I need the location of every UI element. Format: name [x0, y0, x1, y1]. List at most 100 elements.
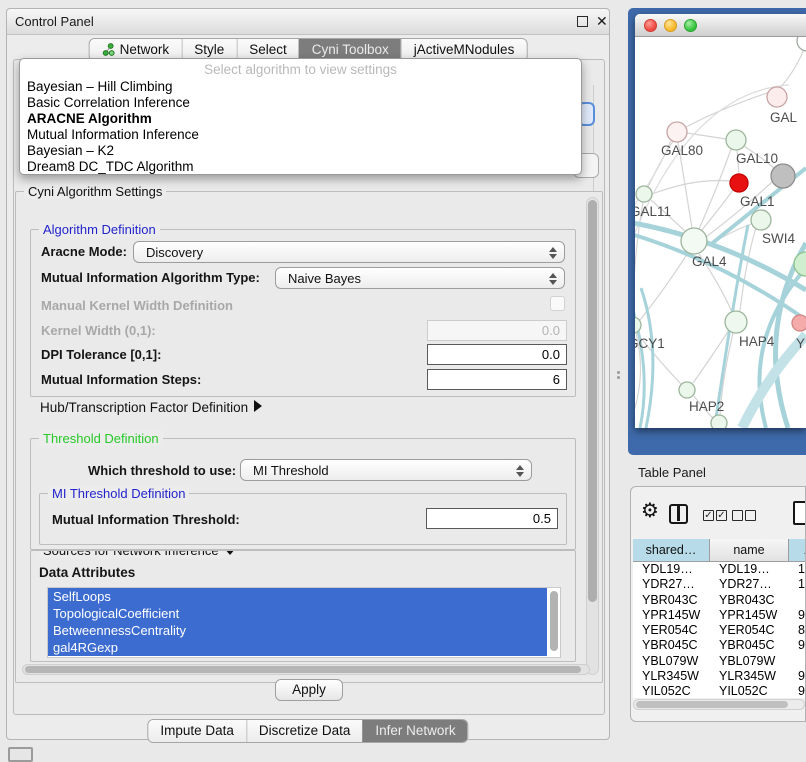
which-threshold-combobox[interactable]: MI Threshold: [240, 459, 532, 481]
network-node-gal10[interactable]: [726, 130, 746, 150]
scrollbar-thumb[interactable]: [588, 200, 597, 602]
algorithm-option[interactable]: Dream8 DC_TDC Algorithm: [20, 159, 581, 175]
network-edge[interactable]: [686, 92, 770, 127]
collapsed-panel-icon[interactable]: [8, 747, 33, 762]
algorithm-option[interactable]: Bayesian – K2: [20, 143, 581, 159]
scrollbar-thumb[interactable]: [550, 591, 558, 651]
table-panel-title: Table Panel: [638, 465, 706, 480]
network-node-gal[interactable]: [767, 87, 787, 107]
mi-threshold-label: Mutual Information Threshold:: [52, 512, 240, 527]
dpi-tolerance-field[interactable]: 0.0: [427, 344, 567, 365]
table-row[interactable]: YBL079WYBL079W: [633, 654, 806, 669]
table-cell: 9.: [789, 638, 806, 653]
network-window-titlebar[interactable]: [635, 14, 806, 37]
unchecked-checkbox-icon[interactable]: [732, 510, 743, 521]
scrollbar-thumb[interactable]: [25, 666, 581, 673]
table-row[interactable]: YBR043CYBR043C: [633, 593, 806, 608]
table-cell: YBR045C: [710, 638, 789, 653]
tab-discretize-data[interactable]: Discretize Data: [246, 720, 363, 742]
close-traffic-light-icon[interactable]: [644, 19, 657, 32]
close-icon[interactable]: ✕: [596, 13, 608, 30]
network-node-hap2[interactable]: [679, 382, 695, 398]
algorithm-option[interactable]: Basic Correlation Inference: [20, 95, 581, 111]
scrollbar-thumb[interactable]: [636, 701, 788, 708]
mi-steps-field[interactable]: 6: [427, 369, 567, 390]
manual-kernel-label: Manual Kernel Width Definition: [41, 298, 233, 313]
network-edge[interactable]: [699, 149, 731, 229]
network-node-gal80[interactable]: [667, 122, 687, 142]
column-header[interactable]: A: [789, 539, 806, 562]
float-window-icon[interactable]: [577, 16, 588, 27]
bottom-tabbar: Impute DataDiscretize DataInfer Network: [147, 719, 468, 743]
table-cell: YIL052C: [710, 684, 789, 698]
sources-group-title[interactable]: Sources for Network Inference: [39, 550, 240, 558]
mi-algorithm-type-combobox[interactable]: Naive Bayes: [275, 267, 565, 289]
network-node-hap4[interactable]: [725, 311, 747, 333]
unchecked-checkbox-icon[interactable]: [745, 510, 756, 521]
settings-horizontal-scrollbar[interactable]: [22, 664, 590, 675]
clipped-toolbar-icon[interactable]: [793, 501, 806, 525]
sources-group: Sources for Network Inference Data Attri…: [30, 550, 576, 662]
attribute-item-selected[interactable]: gal4RGexp: [48, 639, 547, 656]
attribute-item-selected[interactable]: SelfLoops: [48, 588, 547, 605]
gear-icon[interactable]: ⚙: [641, 500, 659, 522]
table-cell: 9.: [789, 669, 806, 684]
network-node-gal4[interactable]: [681, 228, 707, 254]
table-cell: YBL079W: [710, 654, 789, 669]
table-row[interactable]: YER054CYER054C8.: [633, 623, 806, 638]
minimize-traffic-light-icon[interactable]: [664, 19, 677, 32]
table-cell: 9.: [789, 608, 806, 623]
column-header[interactable]: shared…: [633, 539, 710, 562]
network-node-swi4[interactable]: [751, 210, 771, 230]
data-attributes-label: Data Attributes: [39, 565, 135, 580]
manual-kernel-checkbox[interactable]: [550, 296, 565, 311]
aracne-mode-combobox[interactable]: Discovery: [133, 241, 565, 263]
table-row[interactable]: YPR145WYPR145W9.: [633, 608, 806, 623]
table-row[interactable]: YIL052CYIL052C9.: [633, 684, 806, 698]
network-edge[interactable]: [740, 228, 756, 311]
network-node[interactable]: [797, 37, 806, 51]
kernel-width-field[interactable]: 0.0: [427, 320, 567, 341]
combo-arrows-icon: [549, 246, 557, 260]
table-row[interactable]: YBR045CYBR045C9.: [633, 638, 806, 653]
table-row[interactable]: YLR345WYLR345W9.: [633, 669, 806, 684]
zoom-traffic-light-icon[interactable]: [684, 19, 697, 32]
network-node[interactable]: [711, 415, 727, 428]
algorithm-placeholder: Select algorithm to view settings: [20, 62, 581, 77]
table-row[interactable]: YDL19…YDL19…13: [633, 562, 806, 577]
checked-checkbox-icon[interactable]: ✓: [716, 510, 727, 521]
hub-definition-toggle[interactable]: Hub/Transcription Factor Definition: [40, 400, 262, 415]
network-window: GALGAL80GAL10GAL1GAL11SWI4GAL4GCY1HAP4YH…: [635, 14, 806, 428]
network-canvas[interactable]: GALGAL80GAL10GAL1GAL11SWI4GAL4GCY1HAP4YH…: [635, 37, 806, 428]
checked-checkbox-icon[interactable]: ✓: [703, 510, 714, 521]
network-node-label: HAP2: [689, 399, 724, 414]
table-cell: YLR345W: [710, 669, 789, 684]
split-columns-icon[interactable]: [669, 504, 688, 524]
algorithm-option[interactable]: Bayesian – Hill Climbing: [20, 79, 581, 95]
algorithm-option[interactable]: Mutual Information Inference: [20, 127, 581, 143]
network-edge[interactable]: [701, 190, 733, 231]
network-node-label: GAL: [770, 110, 798, 125]
node-table: shared…nameA YDL19…YDL19…13YDR27…YDR27…1…: [633, 539, 806, 698]
tab-infer-network[interactable]: Infer Network: [362, 720, 467, 742]
table-row[interactable]: YDR27…YDR27…12: [633, 577, 806, 592]
settings-vertical-scrollbar[interactable]: [586, 197, 599, 675]
kernel-width-label: Kernel Width (0,1):: [41, 323, 156, 338]
algorithm-option[interactable]: ARACNE Algorithm: [20, 111, 581, 127]
network-node-gal1[interactable]: [730, 174, 748, 192]
column-header[interactable]: name: [710, 539, 789, 562]
network-node[interactable]: [794, 252, 806, 276]
network-node-y[interactable]: [792, 315, 806, 331]
network-edge[interactable]: [635, 202, 643, 317]
panel-divider-handle[interactable]: [617, 371, 621, 380]
network-node-gal11[interactable]: [636, 186, 652, 202]
network-node-label: GCY1: [635, 336, 665, 351]
mi-threshold-field[interactable]: 0.5: [426, 508, 558, 529]
tab-impute-data[interactable]: Impute Data: [148, 720, 246, 742]
data-attributes-list[interactable]: SelfLoopsTopologicalCoefficientBetweenne…: [47, 587, 561, 658]
table-horizontal-scrollbar[interactable]: [633, 699, 805, 710]
attribute-item-selected[interactable]: BetweennessCentrality: [48, 622, 547, 639]
apply-button[interactable]: Apply: [275, 679, 343, 701]
attribute-item-selected[interactable]: TopologicalCoefficient: [48, 605, 547, 622]
network-node[interactable]: [771, 164, 795, 188]
